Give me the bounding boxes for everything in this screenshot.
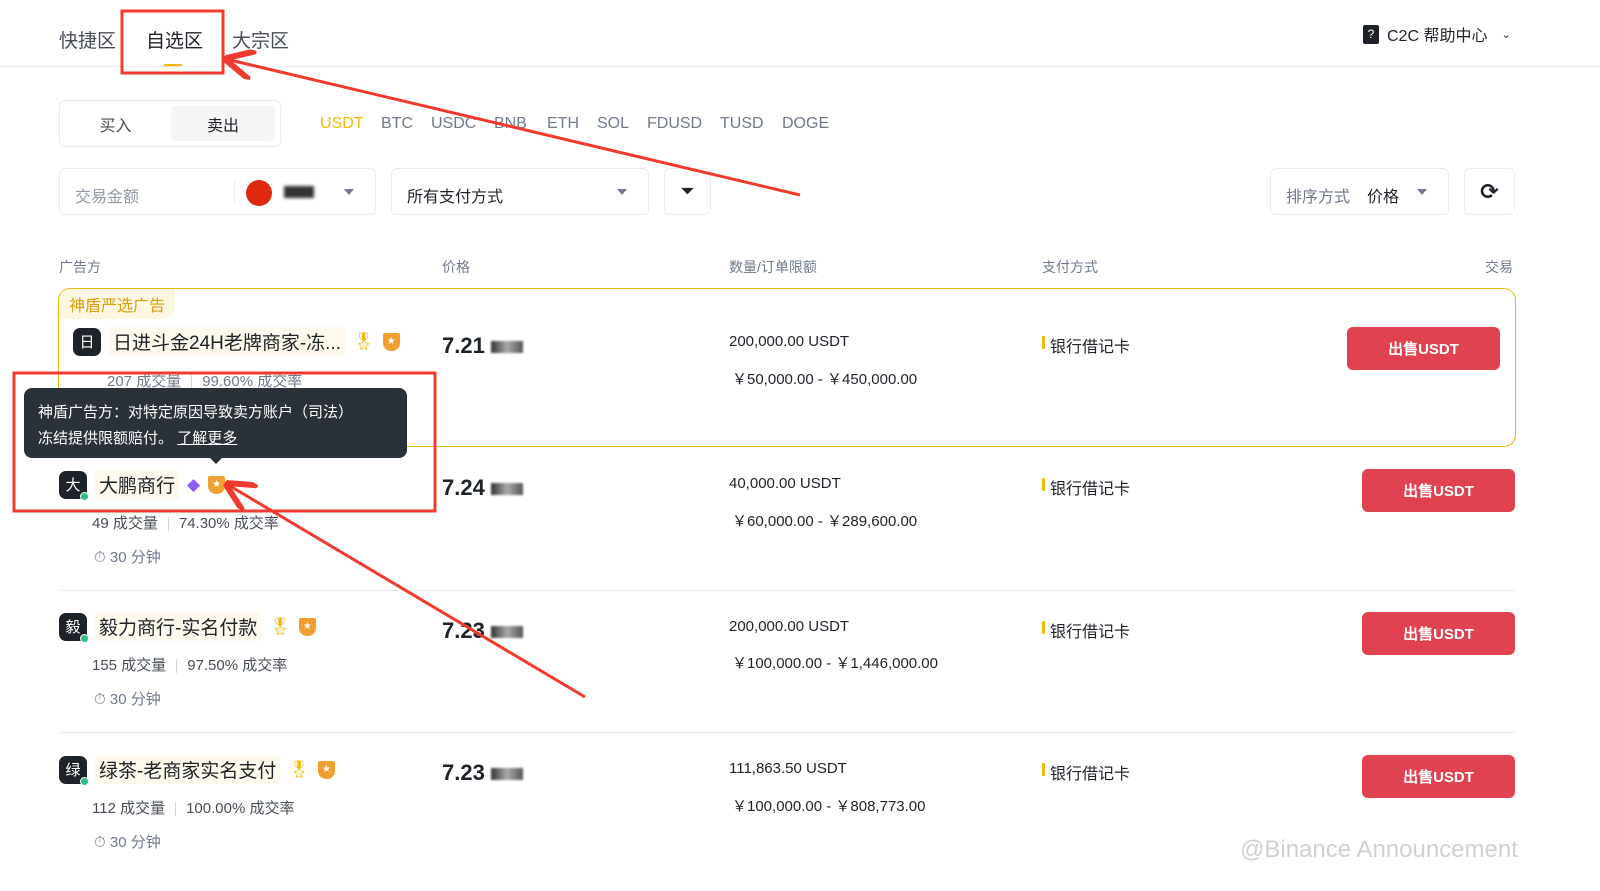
- arrow: [230, 486, 586, 699]
- highlight-box: [120, 9, 225, 75]
- annotation-overlay: [12, 9, 801, 699]
- highlight-box: [12, 371, 437, 513]
- watermark: @Binance Announcement: [1240, 836, 1518, 863]
- arrow: [230, 60, 801, 197]
